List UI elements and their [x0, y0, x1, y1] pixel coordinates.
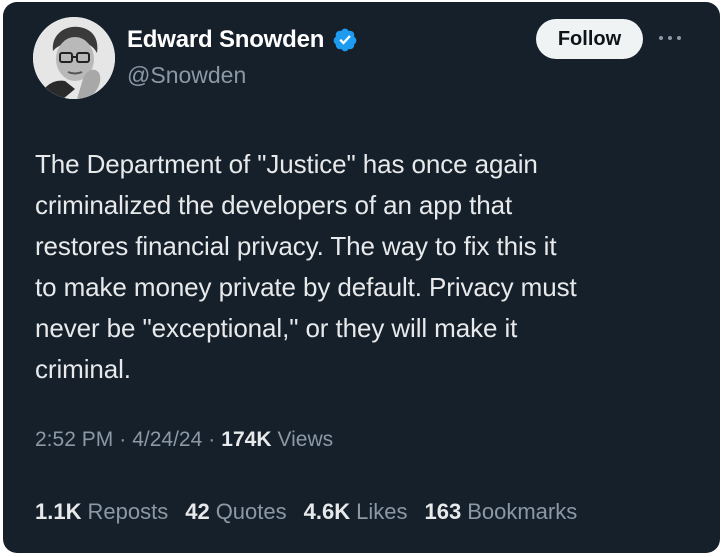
- views-count: 174K: [221, 428, 272, 451]
- more-horizontal-icon[interactable]: [655, 28, 685, 48]
- stat-count: 1.1K: [35, 499, 82, 524]
- verified-badge-icon: [332, 27, 358, 53]
- tweet-time[interactable]: 2:52 PM: [35, 428, 113, 452]
- author-handle[interactable]: @Snowden: [127, 62, 246, 89]
- tweet-meta: 2:52 PM · 4/24/24 · 174K Views: [35, 428, 333, 452]
- avatar-photo: [33, 17, 115, 99]
- tweet-body-text: The Department of "Justice" has once aga…: [35, 149, 577, 384]
- author-name-row: Edward Snowden: [127, 26, 358, 54]
- author-avatar[interactable]: [33, 17, 115, 99]
- stat-count: 4.6K: [303, 499, 351, 524]
- tweet-card: Edward Snowden @Snowden Follow The Depar…: [3, 2, 720, 553]
- stat-count: 42: [185, 499, 210, 524]
- tweet-header: Edward Snowden @Snowden Follow: [3, 2, 720, 122]
- stat-reposts[interactable]: 1.1K Reposts: [35, 499, 168, 525]
- stat-count: 163: [424, 499, 462, 524]
- stat-label: Bookmarks: [467, 499, 578, 524]
- meta-separator: ·: [119, 428, 127, 451]
- stat-bookmarks[interactable]: 163 Bookmarks: [424, 499, 577, 525]
- meta-separator: ·: [208, 428, 216, 451]
- tweet-date[interactable]: 4/24/24: [132, 428, 202, 452]
- stat-label: Reposts: [87, 499, 169, 524]
- stat-label: Likes: [356, 499, 408, 524]
- stat-quotes[interactable]: 42 Quotes: [185, 499, 286, 525]
- engagement-stats: 1.1K Reposts 42 Quotes 4.6K Likes 163 Bo…: [35, 499, 594, 525]
- author-display-name[interactable]: Edward Snowden: [127, 26, 324, 54]
- stat-label: Quotes: [215, 499, 287, 524]
- views-label: Views: [277, 428, 334, 451]
- follow-button[interactable]: Follow: [536, 19, 643, 59]
- stat-likes[interactable]: 4.6K Likes: [304, 499, 408, 525]
